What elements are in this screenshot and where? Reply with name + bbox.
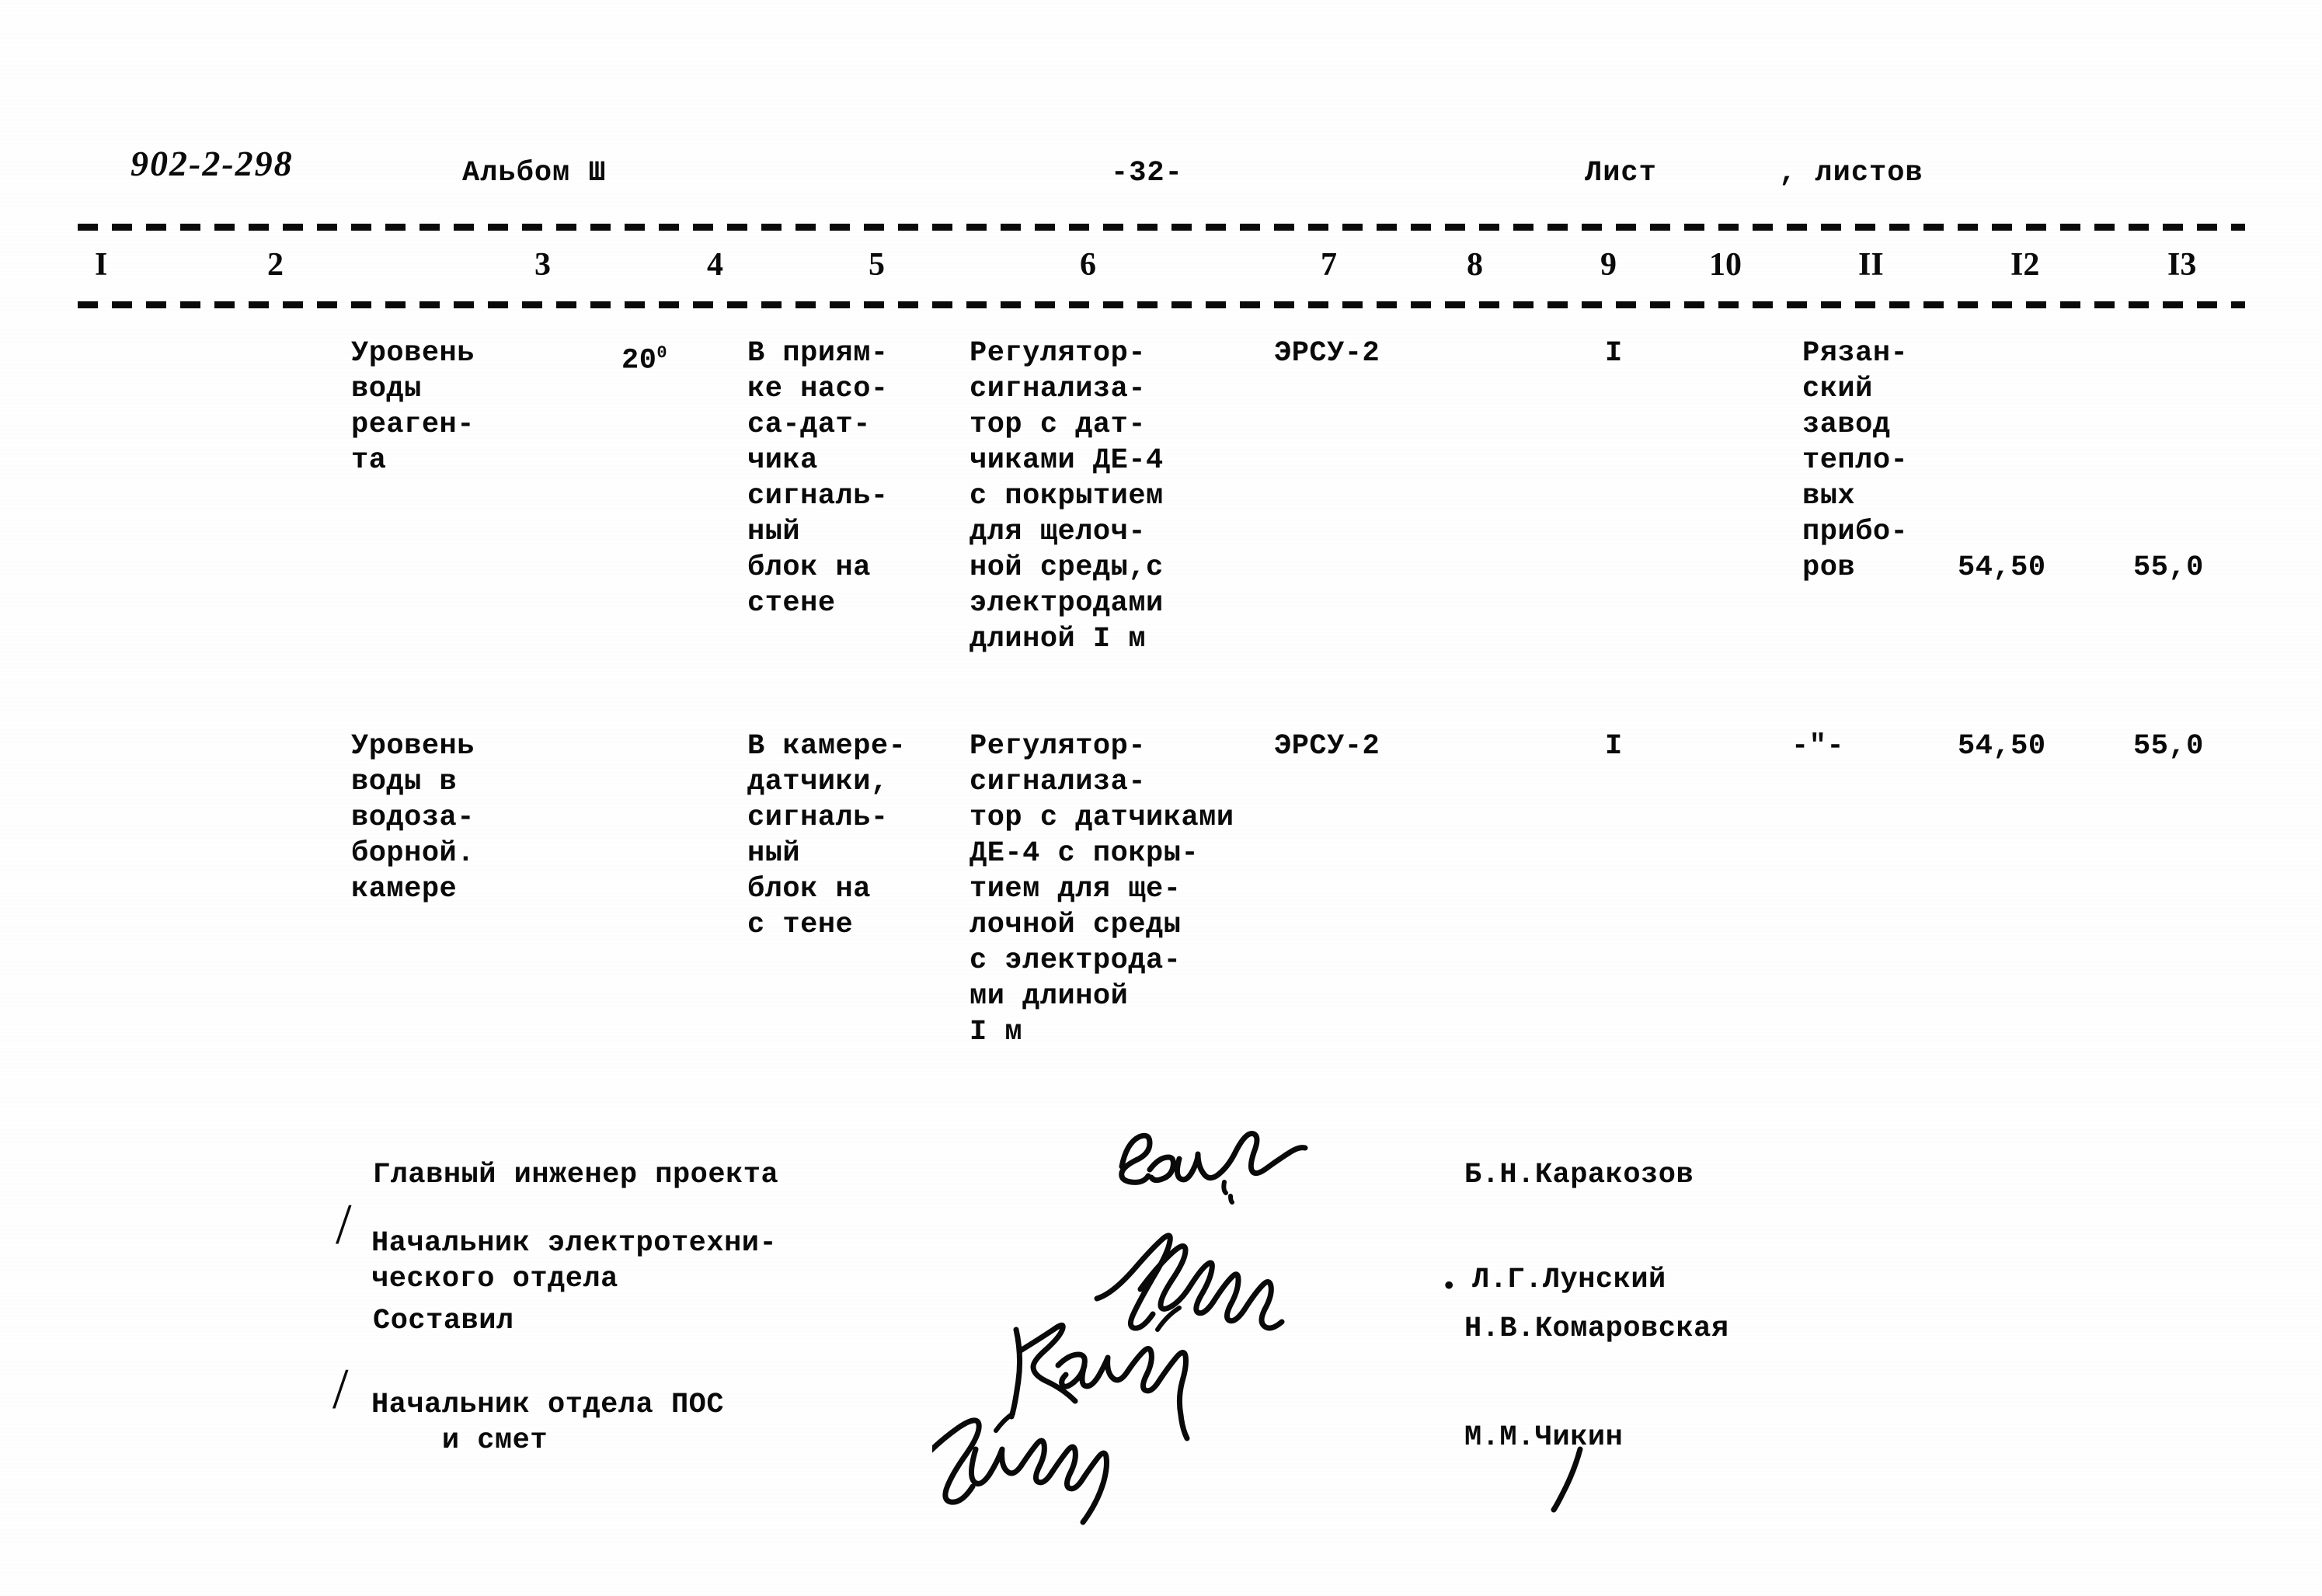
row2-col13-total-price: 55,0	[2133, 730, 2204, 763]
column-number-12: I2	[2010, 247, 2040, 283]
degree-superscript: 0	[656, 343, 668, 363]
column-number-5: 5	[869, 247, 885, 283]
signature-role-chief-engineer: Главный инженер проекта	[373, 1159, 779, 1191]
signature-name-chief-engineer: Б.Н.Каракозов	[1464, 1159, 1694, 1191]
row1-col2-description: Уровень воды реаген- та	[351, 337, 475, 477]
column-number-11: II	[1858, 247, 1884, 283]
row1-col6-device-spec: Регулятор- сигнализа- тор с дат- чиками …	[970, 337, 1164, 655]
table-rule-bottom	[78, 301, 2245, 308]
column-number-4: 4	[707, 247, 723, 283]
row2-col11-manufacturer: -"-	[1791, 730, 1845, 763]
row1-col5-location: В приям- ке насо- са-дат- чика сигналь- …	[747, 337, 889, 620]
row2-col6-device-spec: Регулятор- сигнализа- тор с датчиками ДЕ…	[970, 730, 1234, 1048]
row2-col2-description: Уровень воды в водоза- борной. камере	[351, 730, 475, 906]
row1-col11-manufacturer: Рязан- ский завод тепло- вых прибо- ров	[1802, 337, 1909, 584]
row1-col13-total-price: 55,0	[2133, 551, 2204, 584]
table-rule-top	[78, 224, 2245, 231]
column-number-7: 7	[1321, 247, 1337, 283]
signature-role-compiler: Составил	[373, 1305, 514, 1337]
column-number-2: 2	[267, 247, 284, 283]
column-number-10: 10	[1709, 247, 1742, 283]
column-number-8: 8	[1467, 247, 1483, 283]
column-number-13: I3	[2167, 247, 2197, 283]
column-number-9: 9	[1600, 247, 1617, 283]
row2-col9-quantity: I	[1605, 730, 1623, 763]
project-code: 902-2-298	[131, 144, 294, 183]
row1-col7-device-type: ЭРСУ-2	[1274, 337, 1380, 370]
page-number: -32-	[1111, 157, 1183, 190]
row1-col9-quantity: I	[1605, 337, 1623, 370]
row1-col4-temperature: 200	[621, 336, 667, 378]
column-number-3: 3	[534, 247, 551, 283]
name-bullet-marker: •	[1441, 1273, 1457, 1302]
row1-col4-value: 20	[621, 344, 657, 377]
row2-col7-device-type: ЭРСУ-2	[1274, 730, 1380, 763]
signature-role-pos-dept-head: Начальник отдела ПОС и смет	[371, 1389, 725, 1457]
sheets-label: , листов	[1779, 157, 1923, 190]
album-label: Альбом Ш	[462, 157, 607, 190]
column-number-6: 6	[1080, 247, 1096, 283]
handwritten-signature-marks	[932, 1131, 1308, 1525]
signature-name-pos-dept-head: М.М.Чикин	[1464, 1421, 1624, 1454]
signature-name-compiler: Н.В.Комаровская	[1464, 1313, 1729, 1345]
pen-slash-mark-pos: /	[332, 1358, 349, 1421]
pen-slash-mark-electro: /	[336, 1193, 352, 1257]
signature-name-electro-dept-head: Л.Г.Лунский	[1472, 1264, 1666, 1296]
column-number-1: I	[95, 247, 108, 283]
row2-col12-unit-price: 54,50	[1958, 730, 2046, 763]
sheet-label: Лист	[1585, 157, 1657, 190]
row2-col5-location: В камере- датчики, сигналь- ный блок на …	[747, 730, 907, 941]
row1-col12-unit-price: 54,50	[1958, 551, 2046, 584]
signature-role-electro-dept-head: Начальник электротехни- ческого отдела	[371, 1227, 778, 1295]
scanned-page: 902-2-298 Альбом Ш -32- Лист , листов I …	[0, 0, 2322, 1596]
handwritten-flourish-mark	[1551, 1446, 1583, 1513]
